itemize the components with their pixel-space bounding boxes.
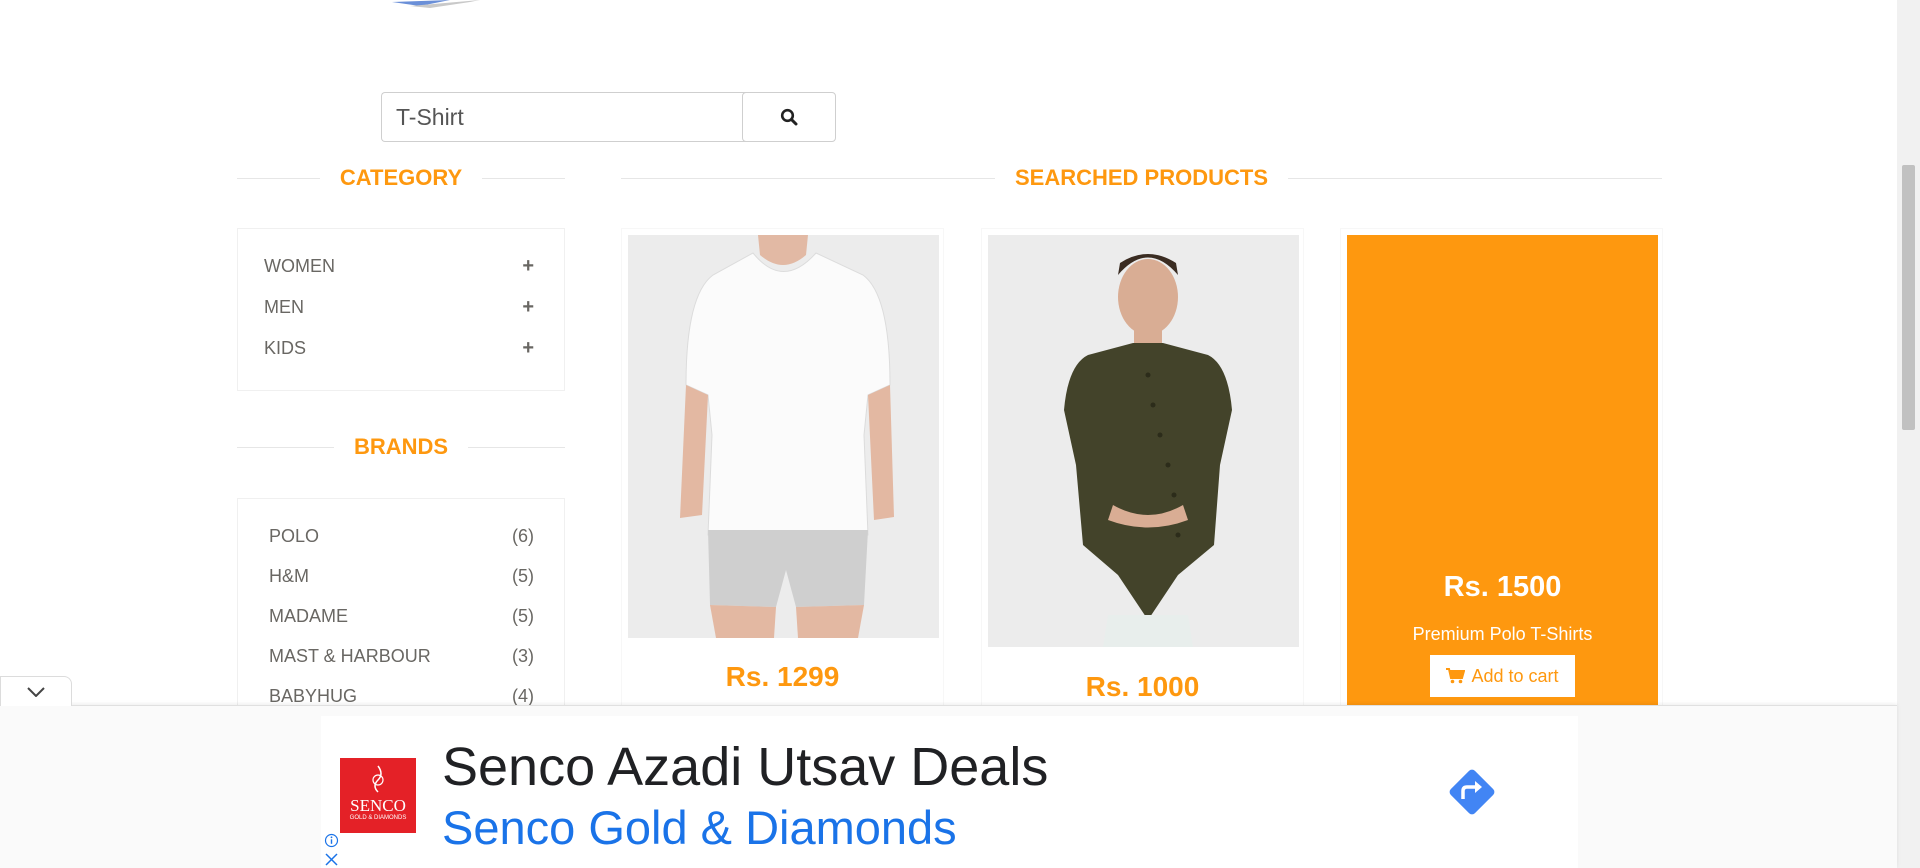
scrollbar-thumb[interactable] [1902, 165, 1915, 430]
plus-icon[interactable]: + [522, 255, 534, 278]
product-card[interactable]: Rs. 1500 Premium Polo T-Shirts Add to ca… [1340, 228, 1663, 715]
search-input[interactable] [381, 92, 748, 142]
ad-collapse-button[interactable] [0, 676, 72, 706]
ad-logo-subtext: GOLD & DIAMONDS [349, 815, 407, 821]
ad-brand-logo[interactable]: SENCO GOLD & DIAMONDS [340, 758, 416, 833]
category-label: KIDS [264, 337, 307, 358]
brand-item-mast-harbour[interactable]: MAST & HARBOUR (3) [269, 642, 534, 670]
category-panel: WOMEN + MEN + KIDS + [237, 228, 565, 391]
page-scrollbar[interactable] [1897, 0, 1920, 868]
ad-content[interactable]: SENCO GOLD & DIAMONDS Senco Azadi Utsav … [321, 716, 1578, 868]
category-item-kids[interactable]: KIDS + [264, 334, 534, 362]
cart-icon [1446, 668, 1466, 684]
product-price: Rs. 1500 [1443, 571, 1562, 603]
senco-emblem-icon [372, 765, 384, 793]
brands-title: BRANDS [353, 434, 449, 459]
ad-headline[interactable]: Senco Azadi Utsav Deals [442, 736, 1048, 798]
brand-item-polo[interactable]: POLO (6) [269, 522, 534, 550]
search-box [381, 92, 836, 142]
logo-swoosh [392, 0, 480, 8]
category-heading: CATEGORY [237, 163, 566, 193]
category-item-men[interactable]: MEN + [264, 293, 534, 321]
product-overlay[interactable]: Rs. 1500 Premium Polo T-Shirts Add to ca… [1347, 235, 1658, 715]
add-to-cart-label: Add to cart [1471, 665, 1559, 686]
brand-item-madame[interactable]: MADAME (5) [269, 602, 534, 630]
category-title: CATEGORY [339, 165, 463, 190]
brand-label: H&M [269, 565, 309, 586]
brand-count: (6) [512, 525, 534, 546]
product-image[interactable] [988, 235, 1299, 647]
plus-icon[interactable]: + [522, 337, 534, 360]
product-image[interactable] [628, 235, 939, 638]
white-tshirt-model-image [628, 235, 939, 638]
brand-item-hm[interactable]: H&M (5) [269, 562, 534, 590]
olive-shirt-model-image [988, 235, 1299, 647]
brand-label: BABYHUG [269, 685, 358, 706]
product-card[interactable]: Rs. 1299 [621, 228, 944, 708]
searched-products-title: SEARCHED PRODUCTS [1014, 165, 1269, 190]
searched-products-heading: SEARCHED PRODUCTS [621, 163, 1662, 193]
brand-label: MAST & HARBOUR [269, 645, 431, 666]
brands-panel: POLO (6) H&M (5) MADAME (5) MAST & HARBO… [237, 498, 565, 718]
brand-count: (3) [512, 645, 534, 666]
product-name: Premium Polo T-Shirts [1412, 624, 1593, 644]
category-item-women[interactable]: WOMEN + [264, 252, 534, 280]
product-card[interactable]: Rs. 1000 [981, 228, 1304, 708]
ad-close-icon[interactable] [324, 852, 339, 867]
product-price: Rs. 1299 [725, 661, 840, 692]
ad-subline[interactable]: Senco Gold & Diamonds [442, 800, 957, 855]
brand-label: POLO [269, 525, 320, 546]
ad-banner: SENCO GOLD & DIAMONDS Senco Azadi Utsav … [0, 705, 1897, 868]
search-icon [780, 108, 798, 126]
plus-icon[interactable]: + [522, 296, 534, 319]
brand-label: MADAME [269, 605, 349, 626]
category-label: MEN [264, 296, 304, 317]
search-button[interactable] [742, 92, 836, 142]
brand-count: (5) [512, 565, 534, 586]
product-price: Rs. 1000 [1085, 671, 1200, 702]
add-to-cart-button[interactable]: Add to cart [1430, 655, 1575, 697]
directions-arrow-icon[interactable] [1443, 763, 1501, 821]
chevron-down-icon [27, 686, 45, 697]
ad-logo-text: SENCO [350, 796, 406, 815]
category-label: WOMEN [264, 255, 335, 276]
brands-heading: BRANDS [237, 432, 565, 462]
brand-count: (5) [512, 605, 534, 626]
brand-count: (4) [512, 685, 534, 706]
ad-info-icon[interactable] [324, 833, 339, 848]
